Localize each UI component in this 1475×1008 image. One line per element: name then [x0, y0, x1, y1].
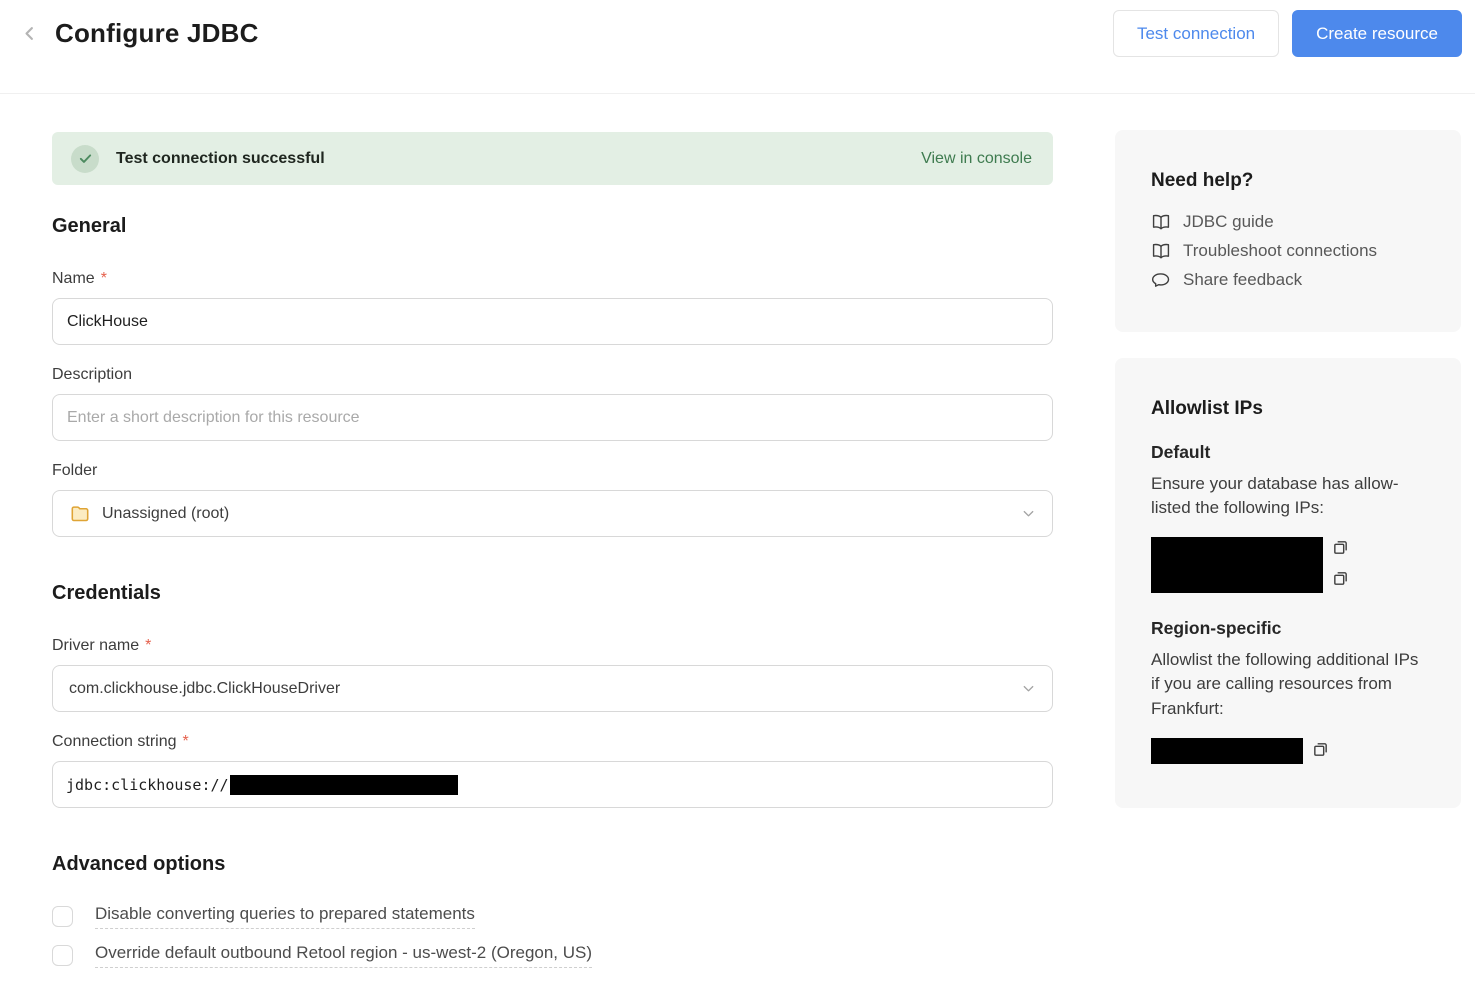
driver-name-label-text: Driver name	[52, 637, 139, 655]
share-feedback-link[interactable]: Share feedback	[1151, 270, 1425, 290]
credentials-heading: Credentials	[52, 582, 1053, 605]
book-icon	[1151, 212, 1171, 232]
description-input[interactable]	[52, 394, 1053, 441]
option-row-outbound-region: Override default outbound Retool region …	[52, 943, 1053, 968]
name-field-group: Name *	[52, 270, 1053, 345]
test-connection-button[interactable]: Test connection	[1113, 10, 1279, 57]
success-banner: Test connection successful View in conso…	[52, 132, 1053, 185]
driver-name-label: Driver name *	[52, 637, 1053, 655]
override-outbound-region-label[interactable]: Override default outbound Retool region …	[95, 943, 592, 968]
troubleshoot-connections-label: Troubleshoot connections	[1183, 241, 1377, 261]
need-help-heading: Need help?	[1151, 170, 1425, 192]
name-label-text: Name	[52, 270, 95, 288]
share-feedback-label: Share feedback	[1183, 270, 1302, 290]
description-label-text: Description	[52, 366, 132, 384]
override-outbound-region-checkbox[interactable]	[52, 945, 73, 966]
header-actions: Test connection Create resource	[1113, 10, 1462, 57]
header: Configure JDBC Test connection Create re…	[0, 0, 1475, 94]
chevron-down-icon	[1021, 681, 1036, 696]
chevron-left-icon	[20, 24, 39, 43]
copy-icon[interactable]	[1312, 738, 1329, 758]
region-specific-subheading: Region-specific	[1151, 618, 1425, 639]
help-links: JDBC guide Troubleshoot connections Shar…	[1151, 212, 1425, 290]
folder-select[interactable]: Unassigned (root)	[52, 490, 1053, 537]
default-subheading: Default	[1151, 442, 1425, 463]
connection-string-field-group: Connection string * jdbc:clickhouse://	[52, 733, 1053, 808]
required-asterisk: *	[145, 637, 151, 655]
chevron-down-icon	[1021, 506, 1036, 521]
configure-jdbc-page: Configure JDBC Test connection Create re…	[0, 0, 1475, 968]
general-heading: General	[52, 215, 1053, 238]
troubleshoot-connections-link[interactable]: Troubleshoot connections	[1151, 241, 1425, 261]
folder-label-text: Folder	[52, 462, 97, 480]
view-in-console-link[interactable]: View in console	[921, 150, 1032, 168]
folder-field-group: Folder Unassigned (root)	[52, 462, 1053, 537]
create-resource-button[interactable]: Create resource	[1292, 10, 1462, 57]
folder-icon	[69, 503, 91, 525]
jdbc-guide-link[interactable]: JDBC guide	[1151, 212, 1425, 232]
connection-string-input[interactable]: jdbc:clickhouse://	[52, 761, 1053, 808]
default-ips-text: Ensure your database has allow-listed th…	[1151, 472, 1427, 520]
name-label: Name *	[52, 270, 1053, 288]
main-form: Test connection successful View in conso…	[52, 132, 1053, 968]
driver-select-value: com.clickhouse.jdbc.ClickHouseDriver	[69, 680, 340, 698]
page-title: Configure JDBC	[55, 18, 259, 49]
default-ips-block	[1151, 537, 1425, 593]
description-field-group: Description	[52, 366, 1053, 441]
allowlist-ips-card: Allowlist IPs Default Ensure your databa…	[1115, 358, 1461, 808]
connection-string-visible-text: jdbc:clickhouse://	[66, 776, 229, 794]
disable-prepared-statements-checkbox[interactable]	[52, 906, 73, 927]
check-icon	[71, 145, 99, 173]
connection-string-label: Connection string *	[52, 733, 1053, 751]
back-button[interactable]	[14, 19, 44, 49]
sidebar: Need help? JDBC guide Troubleshoot conne…	[1115, 130, 1461, 808]
description-label: Description	[52, 366, 1053, 384]
advanced-options-heading: Advanced options	[52, 853, 1053, 876]
copy-buttons	[1332, 537, 1349, 587]
chat-icon	[1151, 270, 1171, 290]
need-help-card: Need help? JDBC guide Troubleshoot conne…	[1115, 130, 1461, 332]
allowlist-ips-heading: Allowlist IPs	[1151, 398, 1425, 420]
disable-prepared-statements-label[interactable]: Disable converting queries to prepared s…	[95, 904, 475, 929]
folder-select-value: Unassigned (root)	[102, 505, 229, 523]
driver-name-select[interactable]: com.clickhouse.jdbc.ClickHouseDriver	[52, 665, 1053, 712]
driver-field-group: Driver name * com.clickhouse.jdbc.ClickHo…	[52, 637, 1053, 712]
option-row-prepared-statements: Disable converting queries to prepared s…	[52, 904, 1053, 929]
required-asterisk: *	[101, 270, 107, 288]
copy-icon[interactable]	[1332, 539, 1349, 556]
banner-message: Test connection successful	[116, 150, 325, 168]
folder-label: Folder	[52, 462, 1053, 480]
redacted-connection-value	[230, 775, 458, 795]
name-input[interactable]	[52, 298, 1053, 345]
region-ips-text: Allowlist the following additional IPs i…	[1151, 648, 1427, 720]
required-asterisk: *	[183, 733, 189, 751]
redacted-region-ip	[1151, 738, 1303, 764]
copy-icon[interactable]	[1332, 570, 1349, 587]
redacted-default-ips	[1151, 537, 1323, 593]
region-ip-block	[1151, 738, 1425, 764]
content: Test connection successful View in conso…	[0, 94, 1475, 968]
jdbc-guide-label: JDBC guide	[1183, 212, 1274, 232]
book-icon	[1151, 241, 1171, 261]
connection-string-label-text: Connection string	[52, 733, 177, 751]
